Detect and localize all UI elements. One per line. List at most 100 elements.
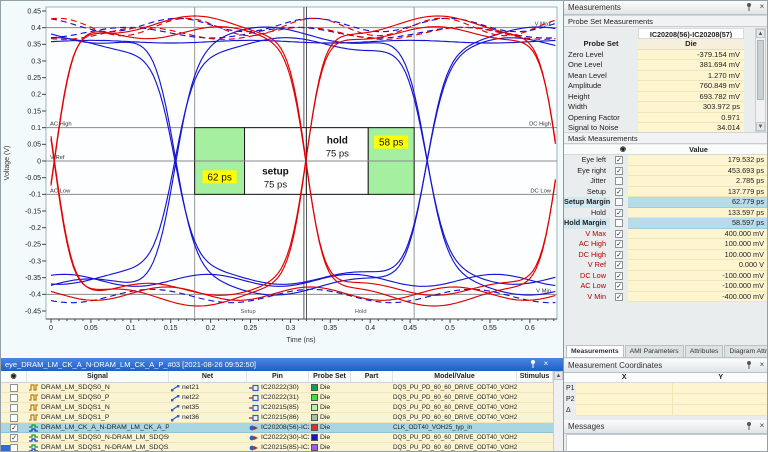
pin-name: IC20215(85)-IC20215(86) — [261, 443, 309, 452]
close-icon[interactable]: × — [757, 421, 767, 431]
signal-table-row[interactable]: DRAM_LM_SDQS1_N-DRAM_LM_SDQS1_PIC20215(8… — [1, 443, 553, 452]
probe-color-swatch[interactable] — [311, 434, 318, 441]
pin-icon[interactable] — [744, 421, 754, 431]
eye-diagram-plot[interactable]: 0.450.40.350.30.250.20.150.10.050-0.05-0… — [1, 1, 563, 358]
mask-measurement-checkbox[interactable] — [615, 177, 623, 185]
coordinate-x-cell[interactable] — [576, 405, 673, 416]
net-name: net22 — [182, 393, 199, 402]
probe-set-name: Die — [320, 403, 330, 412]
column-header-pin[interactable]: Pin — [247, 371, 309, 382]
mask-measurement-checkbox[interactable] — [615, 198, 623, 206]
signal-table-titlebar[interactable]: eye_DRAM_LM_CK_A_N-DRAM_LM_CK_A_P_#03 [2… — [1, 358, 563, 371]
probe-color-swatch[interactable] — [311, 394, 318, 401]
scroll-down-icon[interactable]: ▼ — [756, 122, 765, 131]
mask-measurement-checkbox[interactable] — [615, 293, 623, 301]
probe-color-swatch[interactable] — [311, 414, 318, 421]
tab-diagram-attributes[interactable]: Diagram Attributes — [724, 345, 768, 357]
mask-measurement-row[interactable]: DC High100.000 mV — [564, 250, 768, 261]
probe-color-swatch[interactable] — [311, 424, 318, 431]
column-header-probe-set[interactable]: Probe Set — [309, 371, 351, 382]
row-checkbox[interactable] — [10, 414, 18, 422]
coordinate-x-cell[interactable] — [576, 383, 673, 394]
mask-measurement-row[interactable]: Jitter2.785 ps — [564, 176, 768, 187]
probe-set-name: Die — [320, 413, 330, 422]
mask-measurement-value: -400.000 mV — [628, 292, 768, 303]
row-checkbox[interactable] — [10, 434, 18, 442]
mask-measurement-row[interactable]: V Max400.000 mV — [564, 229, 768, 240]
column-header-stimulus[interactable]: Stimulus — [517, 371, 553, 382]
tab-measurements[interactable]: Measurements — [566, 345, 624, 357]
messages-body[interactable] — [566, 434, 768, 452]
row-checkbox[interactable] — [10, 424, 18, 432]
coordinate-y-cell[interactable] — [673, 405, 768, 416]
scroll-up-icon[interactable]: ▲ — [756, 29, 765, 38]
mask-measurement-checkbox[interactable] — [615, 251, 623, 259]
close-icon[interactable]: × — [757, 2, 767, 12]
probe-color-swatch[interactable] — [311, 384, 318, 391]
probe-color-swatch[interactable] — [311, 444, 318, 451]
mask-measurement-row[interactable]: Setup Margin62.779 ps — [564, 197, 768, 208]
signal-table-row[interactable]: DRAM_LM_SDQS0_Nnet21IC20222(30)DieDQS_PU… — [1, 383, 553, 393]
pin-name: IC20222(31) — [261, 393, 299, 402]
probe-table-scrollbar[interactable]: ▲ ▼ — [755, 28, 766, 132]
row-checkbox[interactable] — [10, 394, 18, 402]
signal-table-scrollbar[interactable]: ▲ — [553, 371, 563, 452]
mask-measurement-label: Hold — [564, 208, 610, 219]
mask-measurement-checkbox[interactable] — [615, 230, 623, 238]
column-header-part[interactable]: Part — [351, 371, 393, 382]
close-icon[interactable]: × — [541, 359, 551, 369]
mask-measurement-checkbox[interactable] — [615, 240, 623, 248]
svg-text:0.3: 0.3 — [286, 325, 296, 332]
column-header-signal[interactable]: Signal — [27, 371, 169, 382]
pin-icon[interactable] — [528, 359, 538, 369]
mask-measurement-checkbox[interactable] — [615, 282, 623, 290]
signal-table-title: eye_DRAM_LM_CK_A_N-DRAM_LM_CK_A_P_#03 [2… — [5, 360, 256, 369]
close-icon[interactable]: × — [757, 360, 767, 370]
mask-measurement-row[interactable]: Setup137.779 ps — [564, 187, 768, 198]
scrollbar-thumb[interactable] — [757, 40, 764, 100]
signal-table-row[interactable]: DRAM_LM_CK_A_N-DRAM_LM_CK_A_PIC20208(56)… — [1, 423, 553, 433]
tab-attributes[interactable]: Attributes — [685, 345, 724, 357]
coordinate-x-cell[interactable] — [576, 394, 673, 405]
measurement-value: 34.014 — [638, 123, 744, 132]
column-header-model-value[interactable]: Model/Value — [393, 371, 517, 382]
mask-measurement-checkbox[interactable] — [615, 261, 623, 269]
radio-column-icon[interactable]: ◉ — [1, 371, 27, 382]
row-checkbox[interactable] — [10, 384, 18, 392]
signal-table-row[interactable]: DRAM_LM_SDQS0_Pnet22IC20222(31)DieDQS_PU… — [1, 393, 553, 403]
signal-table-row[interactable]: DRAM_LM_SDQS0_N-DRAM_LM_SDQS0_PIC20222(3… — [1, 433, 553, 443]
mask-measurement-row[interactable]: DC Low-100.000 mV — [564, 271, 768, 282]
signal-waveform-icon — [29, 384, 39, 392]
mask-measurement-checkbox[interactable] — [615, 188, 623, 196]
svg-text:V Ref: V Ref — [50, 155, 65, 161]
mask-measurement-row[interactable]: AC High100.000 mV — [564, 239, 768, 250]
mask-measurement-row[interactable]: V Ref0.000 V — [564, 260, 768, 271]
coordinate-y-cell[interactable] — [673, 394, 768, 405]
probe-color-swatch[interactable] — [311, 404, 318, 411]
tab-ami-parameters[interactable]: AMI Parameters — [625, 345, 684, 357]
measurement-coordinates-title: Measurement Coordinates — [568, 361, 662, 370]
mask-measurement-row[interactable]: AC Low-100.000 mV — [564, 281, 768, 292]
mask-measurement-row[interactable]: Eye left179.532 ps — [564, 155, 768, 166]
column-header-net[interactable]: Net — [169, 371, 247, 382]
svg-text:0.5: 0.5 — [445, 325, 455, 332]
pin-icon[interactable] — [744, 360, 754, 370]
mask-measurement-checkbox[interactable] — [615, 156, 623, 164]
signal-waveform-icon — [29, 394, 39, 402]
pin-icon[interactable] — [744, 2, 754, 12]
signal-table-row[interactable]: DRAM_LM_SDQS1_Nnet35IC20215(85)DieDQS_PU… — [1, 403, 553, 413]
mask-measurement-row[interactable]: Hold Margin58.597 ps — [564, 218, 768, 229]
mask-measurement-checkbox[interactable] — [615, 272, 623, 280]
svg-text:-0.15: -0.15 — [25, 208, 41, 215]
scroll-up-icon[interactable]: ▲ — [554, 371, 563, 380]
row-checkbox[interactable] — [10, 444, 18, 452]
mask-measurement-checkbox[interactable] — [615, 209, 623, 217]
mask-measurement-checkbox[interactable] — [615, 167, 623, 175]
mask-measurement-row[interactable]: Hold133.597 ps — [564, 208, 768, 219]
mask-measurement-checkbox[interactable] — [615, 219, 623, 227]
signal-table-row[interactable]: DRAM_LM_SDQS1_Pnet36IC20215(86)DieDQS_PU… — [1, 413, 553, 423]
mask-measurement-row[interactable]: Eye right453.693 ps — [564, 166, 768, 177]
row-checkbox[interactable] — [10, 404, 18, 412]
mask-measurement-row[interactable]: V Min-400.000 mV — [564, 292, 768, 303]
coordinate-y-cell[interactable] — [673, 383, 768, 394]
